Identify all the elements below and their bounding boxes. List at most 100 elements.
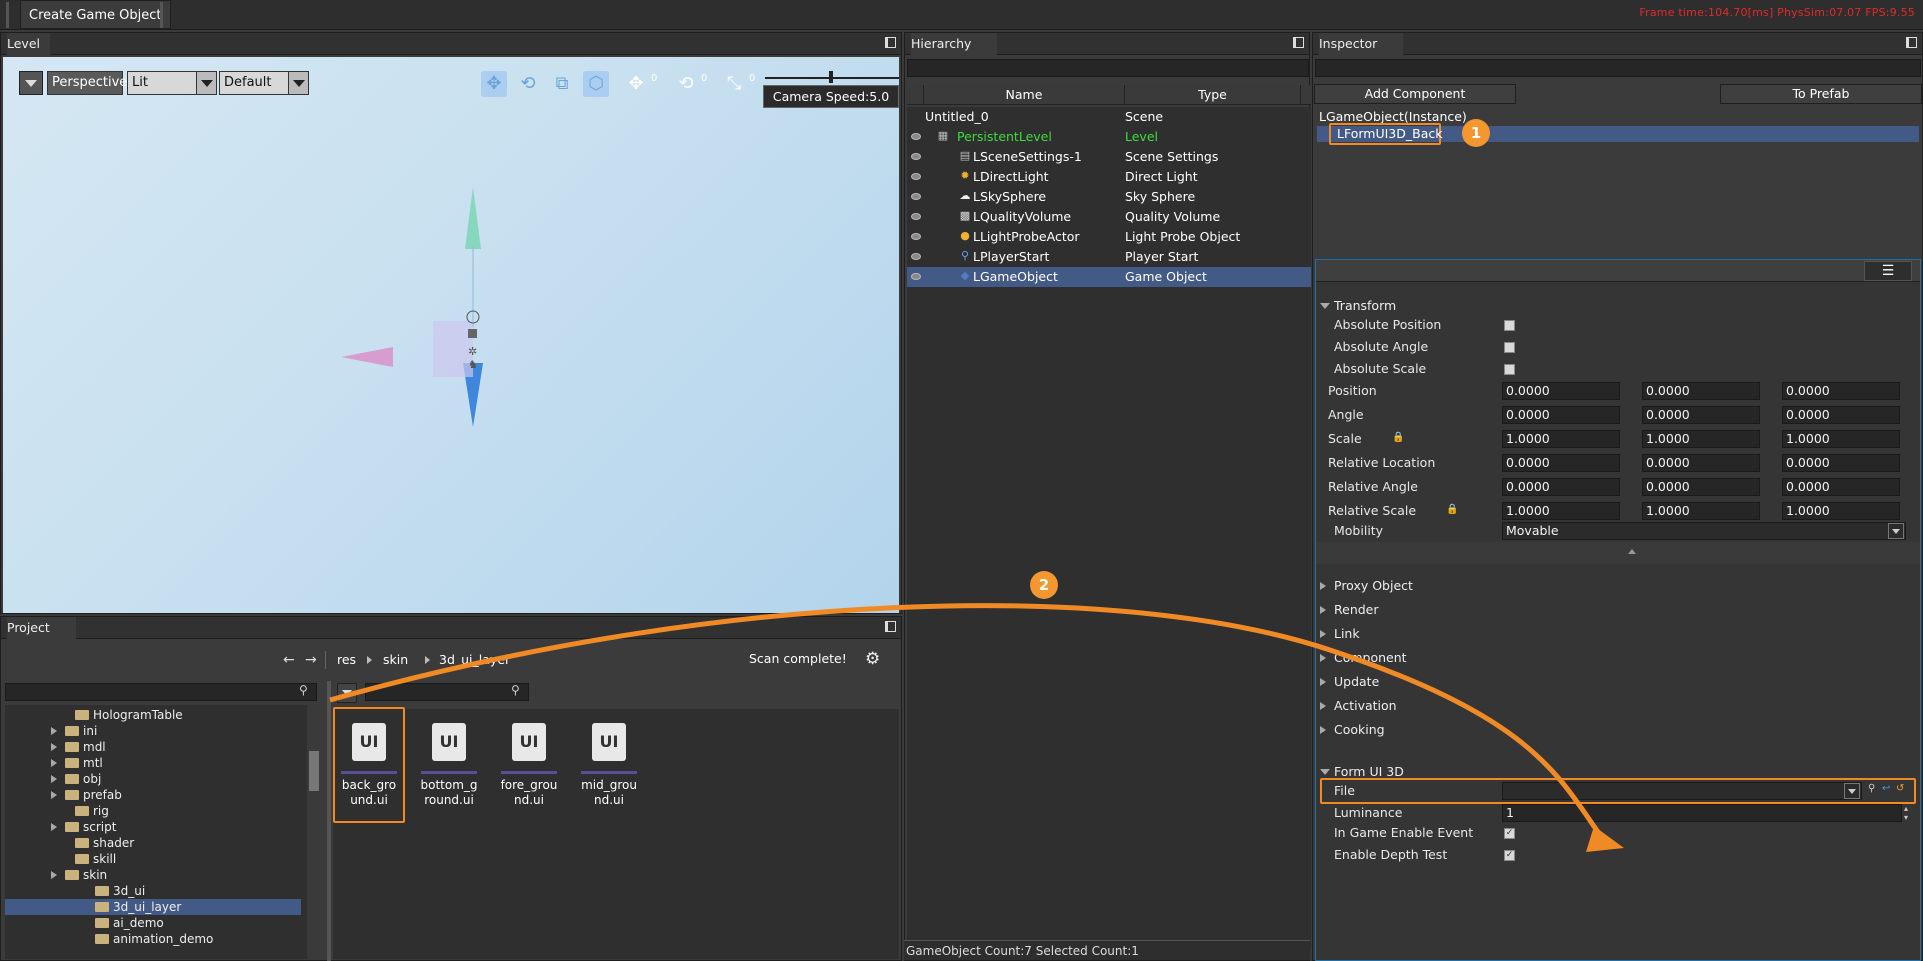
- inspector-search-input[interactable]: [1315, 59, 1921, 77]
- transform-value-input[interactable]: 0.0000: [1782, 382, 1900, 400]
- abs-angle-checkbox[interactable]: [1504, 342, 1515, 353]
- file-item[interactable]: UI mid_grou nd.ui: [577, 709, 641, 819]
- tree-item[interactable]: 3d_ui: [5, 883, 301, 899]
- transform-value-input[interactable]: 1.0000: [1642, 502, 1760, 520]
- move-tool-icon[interactable]: ✥: [481, 71, 507, 97]
- abs-scale-checkbox[interactable]: [1504, 364, 1515, 375]
- tree-search-input[interactable]: [5, 683, 317, 701]
- 3d-viewport[interactable]: Perspective Lit Default ✥ ⟲ ⧉ ⬡ ✥ 0 ⟲ 0 …: [3, 57, 899, 613]
- view-mode-select[interactable]: Perspective: [47, 71, 127, 95]
- chevron-right-icon[interactable]: [51, 727, 61, 735]
- pane-splitter[interactable]: [327, 681, 331, 961]
- component-item[interactable]: LFormUI3D_Back: [1329, 123, 1442, 145]
- breadcrumb-res[interactable]: res: [337, 652, 356, 667]
- transform-value-input[interactable]: 0.0000: [1642, 478, 1760, 496]
- shading-select[interactable]: Lit: [127, 71, 217, 95]
- add-component-button[interactable]: Add Component: [1314, 84, 1516, 104]
- eye-icon[interactable]: [911, 213, 921, 220]
- hierarchy-row[interactable]: ▦ PersistentLevel Level: [907, 127, 1311, 147]
- tree-item[interactable]: animation_demo: [5, 931, 301, 947]
- file-item[interactable]: UI fore_grou nd.ui: [497, 709, 561, 819]
- list-menu-icon[interactable]: ☰: [1864, 261, 1912, 281]
- gizmo-y-axis[interactable]: [465, 187, 481, 249]
- tree-scrollbar-thumb[interactable]: [309, 751, 319, 791]
- search-icon[interactable]: ⚲: [511, 683, 520, 697]
- abs-position-checkbox[interactable]: [1504, 320, 1515, 331]
- inspector-section-header[interactable]: Update: [1320, 672, 1379, 692]
- transform-gizmo[interactable]: ✲ ♞: [323, 187, 503, 487]
- breadcrumb-skin[interactable]: skin: [383, 652, 408, 667]
- transform-value-input[interactable]: 0.0000: [1642, 382, 1760, 400]
- transform-value-input[interactable]: 0.0000: [1782, 478, 1900, 496]
- files-search-input[interactable]: [365, 683, 529, 701]
- transform-value-input[interactable]: 1.0000: [1782, 430, 1900, 448]
- cube-space-icon[interactable]: ⬡: [583, 71, 609, 97]
- transform-value-input[interactable]: 0.0000: [1502, 478, 1620, 496]
- gear-icon[interactable]: ⚙: [865, 649, 880, 669]
- hierarchy-row[interactable]: ☁ LSkySphere Sky Sphere: [907, 187, 1311, 207]
- hierarchy-row[interactable]: ⚲ LPlayerStart Player Start: [907, 247, 1311, 267]
- inspector-section-header[interactable]: Render: [1320, 600, 1379, 620]
- breadcrumb-3d-ui-layer[interactable]: 3d_ui_layer: [439, 652, 510, 667]
- tree-item[interactable]: skill: [5, 851, 301, 867]
- tree-item[interactable]: mtl: [5, 755, 301, 771]
- tree-scrollbar[interactable]: [307, 705, 321, 959]
- transform-value-input[interactable]: 0.0000: [1502, 382, 1620, 400]
- tree-item[interactable]: shader: [5, 835, 301, 851]
- inspector-section-header[interactable]: Component: [1320, 648, 1407, 668]
- forward-arrow-icon[interactable]: →: [305, 652, 317, 668]
- eye-icon[interactable]: [911, 253, 921, 260]
- hierarchy-row[interactable]: ● LLightProbeActor Light Probe Object: [907, 227, 1311, 247]
- transform-value-input[interactable]: 0.0000: [1502, 406, 1620, 424]
- project-tab[interactable]: Project: [7, 617, 76, 639]
- transform-section-header[interactable]: Transform: [1320, 296, 1396, 316]
- in-game-event-checkbox[interactable]: ✓: [1504, 828, 1515, 839]
- pin-icon[interactable]: [1293, 37, 1304, 48]
- tree-item[interactable]: mdl: [5, 739, 301, 755]
- chevron-right-icon[interactable]: [51, 791, 61, 799]
- eye-icon[interactable]: [911, 233, 921, 240]
- tree-item[interactable]: obj: [5, 771, 301, 787]
- tree-item[interactable]: prefab: [5, 787, 301, 803]
- transform-value-input[interactable]: 0.0000: [1502, 454, 1620, 472]
- eye-icon[interactable]: [911, 173, 921, 180]
- pin-icon[interactable]: [885, 621, 896, 632]
- files-filter-button[interactable]: [337, 683, 357, 703]
- hierarchy-tab[interactable]: Hierarchy: [911, 33, 998, 55]
- luminance-stepper[interactable]: ▴ ▾: [1904, 804, 1908, 822]
- hierarchy-row[interactable]: ▤ LSceneSettings-1 Scene Settings: [907, 147, 1311, 167]
- hierarchy-row[interactable]: ✹ LDirectLight Direct Light: [907, 167, 1311, 187]
- col-type-header[interactable]: Type: [1125, 85, 1301, 105]
- chevron-right-icon[interactable]: [51, 759, 61, 767]
- scale-tool-icon[interactable]: ⧉: [549, 71, 575, 97]
- scale-snap-icon[interactable]: ⤡: [721, 71, 747, 97]
- eye-icon[interactable]: [911, 193, 921, 200]
- tree-item[interactable]: skin: [5, 867, 301, 883]
- pin-icon[interactable]: [885, 37, 896, 48]
- luminance-input[interactable]: 1: [1502, 804, 1902, 822]
- inspector-section-header[interactable]: Activation: [1320, 696, 1397, 716]
- depth-test-checkbox[interactable]: ✓: [1504, 850, 1515, 861]
- create-game-object-button[interactable]: Create Game Object: [20, 0, 171, 29]
- level-tab[interactable]: Level: [7, 33, 50, 55]
- rotate-snap-icon[interactable]: ⟲: [673, 71, 699, 97]
- chevron-right-icon[interactable]: [51, 775, 61, 783]
- transform-value-input[interactable]: 1.0000: [1642, 430, 1760, 448]
- transform-value-input[interactable]: 1.0000: [1502, 502, 1620, 520]
- viewport-menu-button[interactable]: [19, 71, 43, 95]
- pin-icon[interactable]: [1906, 37, 1917, 48]
- rotate-tool-icon[interactable]: ⟲: [515, 71, 541, 97]
- transform-value-input[interactable]: 0.0000: [1782, 406, 1900, 424]
- transform-value-input[interactable]: 1.0000: [1502, 430, 1620, 448]
- gizmo-x-axis[interactable]: [341, 347, 393, 367]
- back-arrow-icon[interactable]: ←: [283, 652, 295, 668]
- preset-select[interactable]: Default: [219, 71, 309, 95]
- inspector-section-header[interactable]: Link: [1320, 624, 1360, 644]
- hierarchy-row[interactable]: Untitled_0 Scene: [907, 107, 1311, 127]
- gizmo-plane[interactable]: [433, 321, 473, 377]
- lock-icon[interactable]: 🔒: [1446, 504, 1458, 515]
- chevron-right-icon[interactable]: [51, 743, 61, 751]
- translate-snap-icon[interactable]: ✥: [623, 71, 649, 97]
- camera-speed-slider-handle[interactable]: [829, 71, 833, 83]
- tree-item[interactable]: 3d_ui_layer: [5, 899, 301, 915]
